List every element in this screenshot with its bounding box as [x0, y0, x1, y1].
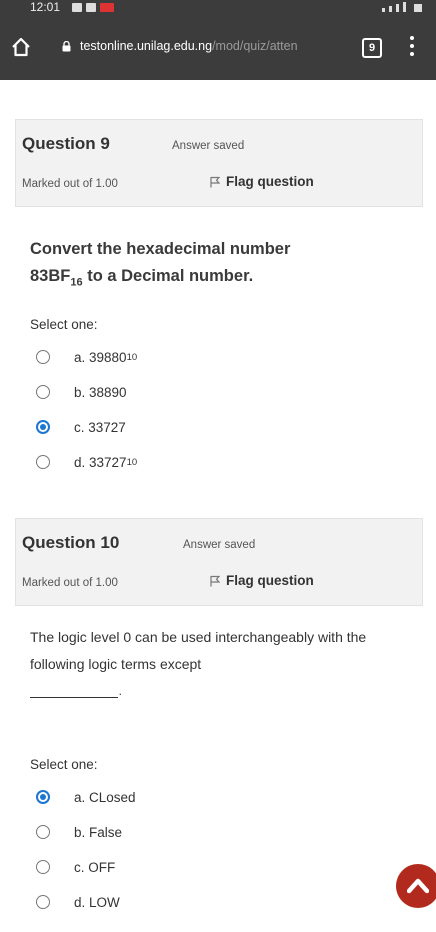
- option-label: c. 33727: [74, 419, 126, 435]
- question-10-select-one: Select one:: [30, 757, 98, 772]
- question-9-option-b[interactable]: b. 38890: [36, 383, 127, 401]
- question-10-flag-button[interactable]: Flag question: [210, 573, 314, 588]
- flag-label: Flag question: [226, 573, 314, 588]
- radio-button[interactable]: [36, 860, 50, 874]
- question-9-option-d[interactable]: d. 33727 10: [36, 453, 137, 471]
- image-notification-icon: [72, 3, 82, 12]
- option-label: d. LOW: [74, 894, 120, 910]
- blank-line: [30, 697, 118, 698]
- radio-button[interactable]: [36, 895, 50, 909]
- notification-icons: [72, 3, 114, 12]
- radio-button-selected[interactable]: [36, 790, 50, 804]
- question-9-option-a[interactable]: a. 39880 10: [36, 348, 137, 366]
- signal-bar-icon: [396, 4, 399, 12]
- option-label: c. OFF: [74, 859, 116, 875]
- flag-icon: [210, 575, 220, 586]
- flag-label: Flag question: [226, 174, 314, 189]
- option-label: d. 33727: [74, 454, 127, 470]
- radio-button-selected[interactable]: [36, 420, 50, 434]
- battery-icon: [414, 4, 422, 12]
- question-9-marks: Marked out of 1.00: [22, 178, 118, 190]
- question-9-text-line1: Convert the hexadecimal number: [30, 240, 291, 258]
- option-subscript: 10: [126, 456, 138, 468]
- question-10-state: Answer saved: [183, 539, 256, 551]
- question-9-option-c[interactable]: c. 33727: [36, 418, 126, 436]
- question-10-info: Question 10 Answer saved Marked out of 1…: [15, 518, 423, 606]
- lock-icon: [62, 41, 71, 52]
- radio-button[interactable]: [36, 825, 50, 839]
- question-9-info: Question 9 Answer saved Marked out of 1.…: [15, 119, 423, 207]
- question-9-text-tail: to a Decimal number.: [82, 267, 254, 285]
- radio-button[interactable]: [36, 350, 50, 364]
- scroll-to-top-button[interactable]: [396, 864, 436, 908]
- question-9-text-line2: 83BF16 to a Decimal number.: [30, 263, 410, 296]
- question-9-flag-button[interactable]: Flag question: [210, 174, 314, 189]
- signal-bar-icon: [382, 8, 385, 12]
- question-9-title: Question 9: [22, 134, 110, 153]
- app-notification-icon: [100, 3, 114, 12]
- question-10-title: Question 10: [22, 533, 120, 552]
- home-icon[interactable]: [10, 36, 32, 58]
- answer-blank: .: [30, 684, 122, 698]
- question-10-option-a[interactable]: a. CLosed: [36, 788, 136, 806]
- option-subscript: 10: [126, 351, 138, 363]
- hex-number: 83BF: [30, 267, 71, 285]
- chevron-up-icon: [407, 878, 429, 894]
- option-label: b. 38890: [74, 384, 127, 400]
- radio-button[interactable]: [36, 385, 50, 399]
- option-label: a. CLosed: [74, 789, 136, 805]
- radio-button[interactable]: [36, 455, 50, 469]
- url-path: /mod/quiz/atten: [212, 39, 298, 53]
- question-9-text: Convert the hexadecimal number 83BF16 to…: [30, 236, 410, 296]
- status-time: 12:01: [30, 0, 61, 14]
- signal-icons: [382, 2, 422, 12]
- flag-icon: [210, 176, 220, 187]
- tab-switcher-button[interactable]: 9: [362, 38, 382, 58]
- question-10-marks: Marked out of 1.00: [22, 577, 118, 589]
- question-9-select-one: Select one:: [30, 317, 98, 332]
- hex-base: 16: [70, 276, 83, 289]
- status-bar: 12:01: [0, 0, 436, 18]
- browser-top-bar: 12:01 testonline.unilag.edu.ng/mod/quiz/…: [0, 0, 436, 80]
- whatsapp-notification-icon: [86, 3, 96, 12]
- question-10-option-d[interactable]: d. LOW: [36, 893, 120, 911]
- url-text: testonline.unilag.edu.ng/mod/quiz/atten: [80, 39, 298, 53]
- url-domain: testonline.unilag.edu.ng: [80, 39, 213, 53]
- question-10-option-c[interactable]: c. OFF: [36, 858, 115, 876]
- question-10-text: The logic level 0 can be used interchang…: [30, 629, 367, 672]
- signal-bar-icon: [389, 6, 392, 12]
- more-options-icon[interactable]: [410, 36, 414, 58]
- address-bar[interactable]: testonline.unilag.edu.ng/mod/quiz/atten: [52, 32, 342, 62]
- question-10-option-b[interactable]: b. False: [36, 823, 122, 841]
- signal-bar-icon: [403, 2, 406, 12]
- option-label: a. 39880: [74, 349, 127, 365]
- blank-suffix: .: [118, 684, 122, 698]
- question-9-state: Answer saved: [172, 140, 245, 152]
- option-label: b. False: [74, 824, 123, 840]
